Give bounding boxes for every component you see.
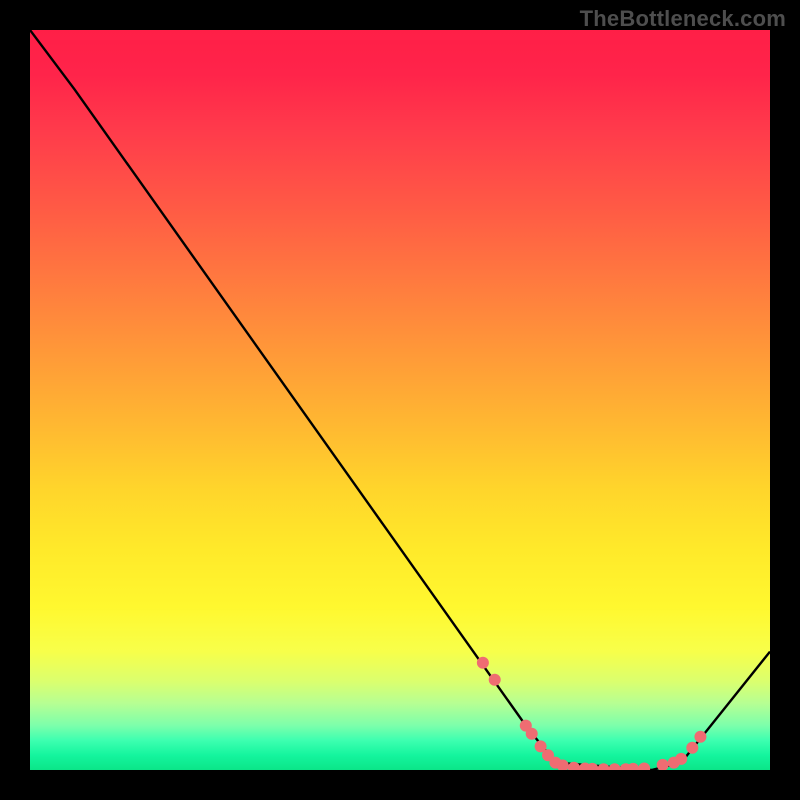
marker-dot (627, 763, 639, 770)
marker-dot (638, 763, 650, 770)
marker-dot (526, 728, 538, 740)
watermark-text: TheBottleneck.com (580, 6, 786, 32)
chart-svg (30, 30, 770, 770)
marker-dot (675, 753, 687, 765)
line-series-curve (30, 30, 770, 770)
marker-dot (609, 763, 621, 770)
marker-dot (477, 657, 489, 669)
marker-dot (489, 674, 501, 686)
marker-dot (657, 759, 669, 770)
plot-area (30, 30, 770, 770)
marker-dot (598, 763, 610, 770)
chart-frame: TheBottleneck.com (0, 0, 800, 800)
marker-layer (477, 657, 707, 770)
marker-dot (686, 742, 698, 754)
marker-dot (694, 731, 706, 743)
